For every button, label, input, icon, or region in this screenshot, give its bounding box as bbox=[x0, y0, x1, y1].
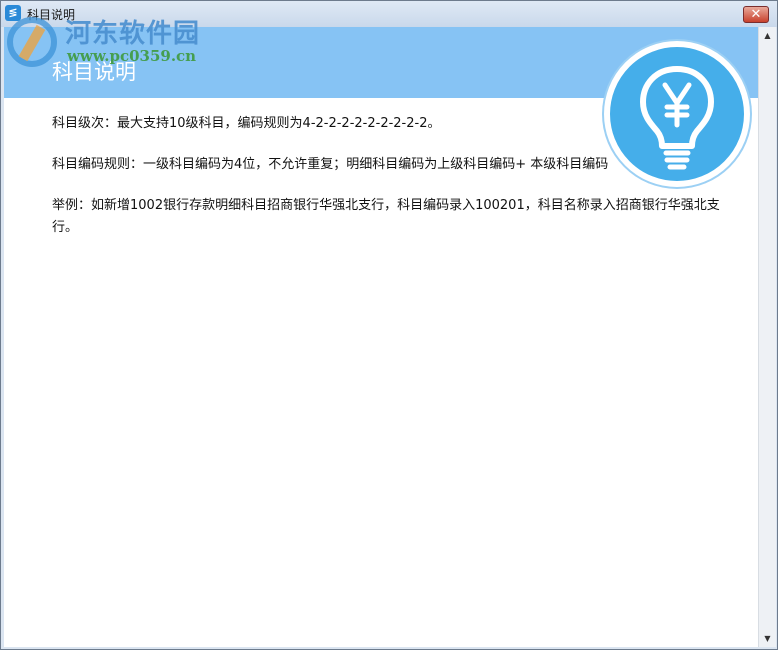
watermark-name: 河东软件园 bbox=[65, 19, 201, 49]
content-panel: 科目说明 科目级次：最大支持10级科目，编码规则为4-2-2-2-2-2-2-2… bbox=[4, 27, 758, 647]
description-text: 科目级次：最大支持10级科目，编码规则为4-2-2-2-2-2-2-2-2-2。… bbox=[52, 113, 722, 258]
paragraph-example: 举例：如新增1002银行存款明细科目招商银行华强北支行，科目编码录入100201… bbox=[52, 198, 720, 235]
watermark-url: www.pc0359.cn bbox=[67, 47, 197, 65]
dialog-window: ≶ 科目说明 ✕ 科目说明 科目级次：最大支持10级科目，编码规则为4-2-2-… bbox=[0, 0, 778, 650]
vertical-scrollbar[interactable]: ▲ ▼ bbox=[758, 27, 776, 647]
scroll-up-arrow-icon[interactable]: ▲ bbox=[759, 27, 776, 44]
paragraph-coding-rule: 科目编码规则：一级科目编码为4位，不允许重复；明细科目编码为上级科目编码+ 本级… bbox=[52, 157, 609, 172]
paragraph-levels: 科目级次：最大支持10级科目，编码规则为4-2-2-2-2-2-2-2-2-2。 bbox=[52, 116, 441, 131]
watermark-logo-icon bbox=[7, 17, 57, 67]
close-button[interactable]: ✕ bbox=[743, 6, 769, 23]
app-icon: ≶ bbox=[5, 5, 21, 21]
scroll-down-arrow-icon[interactable]: ▼ bbox=[759, 630, 776, 647]
